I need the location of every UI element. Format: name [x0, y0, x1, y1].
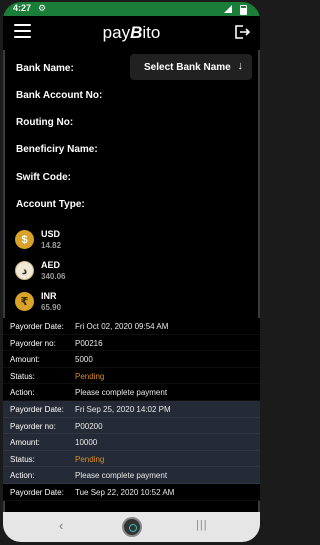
order-row: Amount: 5000 [3, 351, 260, 368]
order-row: Status: Pending [3, 451, 260, 468]
aed-coin-icon: د [15, 261, 34, 280]
order-row: Payorder Date: Tue Sep 22, 2020 10:52 AM [3, 484, 260, 501]
order-date-label: Payorder Date: [10, 404, 64, 414]
system-nav-bar: ‹ ||| [3, 512, 260, 542]
app-header: payBito [3, 16, 260, 50]
rupee-coin-icon: ₹ [15, 292, 34, 311]
bank-account-no-label: Bank Account No: [16, 90, 103, 101]
account-type-label: Account Type: [16, 199, 85, 210]
order-action-label: Action: [10, 471, 35, 481]
bank-select-value: Select Bank Name [144, 62, 231, 73]
order-status-label: Status: [10, 371, 35, 381]
order-row: Action: Please complete payment [3, 467, 260, 484]
battery-icon [240, 5, 247, 15]
order-no-label: Payorder no: [10, 338, 56, 348]
signal-icon [224, 5, 232, 13]
dollar-coin-icon: $ [15, 230, 34, 249]
order-row: Payorder Date: Fri Oct 02, 2020 09:54 AM [3, 318, 260, 335]
order-amount-label: Amount: [10, 438, 40, 448]
order-date: Fri Sep 25, 2020 14:02 PM [75, 404, 171, 414]
order-row: Action: Please complete payment [3, 384, 260, 401]
complete-payment-link[interactable]: Please complete payment [75, 388, 167, 397]
routing-no-label: Routing No: [16, 117, 74, 128]
back-arrow-icon[interactable]: ‹ [59, 518, 63, 533]
balance-aed: د AED 340.06 [15, 259, 215, 287]
balance-currency: AED [41, 260, 61, 270]
order-status: Pending [75, 454, 105, 464]
complete-payment-link[interactable]: Please complete payment [75, 471, 167, 480]
bank-name-label: Bank Name: [16, 63, 74, 74]
beneficiary-name-label: Beneficiry Name: [16, 144, 98, 155]
balance-currency: USD [41, 229, 61, 239]
balance-currency: INR [41, 291, 57, 301]
order-no-label: Payorder no: [10, 421, 56, 431]
balance-usd: $ USD 14.82 [15, 228, 215, 256]
payorder-list: Payorder Date: Fri Oct 02, 2020 09:54 AM … [3, 318, 260, 501]
brand-part-post: ito [142, 23, 161, 42]
order-row: Payorder no: P00216 [3, 335, 260, 352]
order-row: Payorder Date: Fri Sep 25, 2020 14:02 PM [3, 401, 260, 418]
bank-name-select[interactable]: Select Bank Name ↓ [130, 54, 252, 80]
status-time: 4:27 [13, 3, 32, 13]
settings-gear-icon: ⚙ [38, 3, 47, 13]
home-button-icon[interactable] [122, 517, 142, 537]
balance-amount: 14.82 [41, 241, 62, 250]
order-action-label: Action: [10, 388, 35, 398]
order-status: Pending [75, 371, 105, 381]
brand-logo: payBito [3, 23, 260, 43]
payorder-item[interactable]: Payorder Date: Fri Sep 25, 2020 14:02 PM … [3, 400, 260, 484]
phone-screen: 4:27 ⚙ payBito Bank Name: Select Bank Na… [3, 2, 260, 542]
order-no: P00200 [75, 421, 103, 431]
arrow-down-icon: ↓ [237, 60, 244, 72]
order-row: Payorder no: P00200 [3, 418, 260, 435]
recent-apps-icon[interactable]: ||| [196, 519, 208, 531]
balance-amount: 65.90 [41, 303, 62, 312]
logout-icon[interactable] [234, 24, 250, 40]
order-date-label: Payorder Date: [10, 322, 64, 331]
balance-amount: 340.06 [41, 272, 66, 281]
payorder-item[interactable]: Payorder Date: Fri Oct 02, 2020 09:54 AM … [3, 318, 260, 401]
order-amount: 10000 [75, 438, 98, 448]
brand-part-pre: pay [102, 23, 131, 42]
order-amount-label: Amount: [10, 355, 40, 365]
brand-part-b: B [130, 23, 143, 42]
order-row: Amount: 10000 [3, 434, 260, 451]
swift-code-label: Swift Code: [16, 172, 71, 183]
order-date-label: Payorder Date: [10, 487, 64, 497]
balance-inr: ₹ INR 65.90 [15, 290, 215, 318]
order-amount: 5000 [75, 355, 93, 365]
order-date: Tue Sep 22, 2020 10:52 AM [75, 487, 175, 497]
status-bar: 4:27 ⚙ [3, 2, 260, 16]
order-date: Fri Oct 02, 2020 09:54 AM [75, 322, 169, 331]
order-no: P00216 [75, 338, 103, 348]
order-row: Status: Pending [3, 368, 260, 385]
order-status-label: Status: [10, 454, 35, 464]
payorder-item[interactable]: Payorder Date: Tue Sep 22, 2020 10:52 AM [3, 483, 260, 501]
